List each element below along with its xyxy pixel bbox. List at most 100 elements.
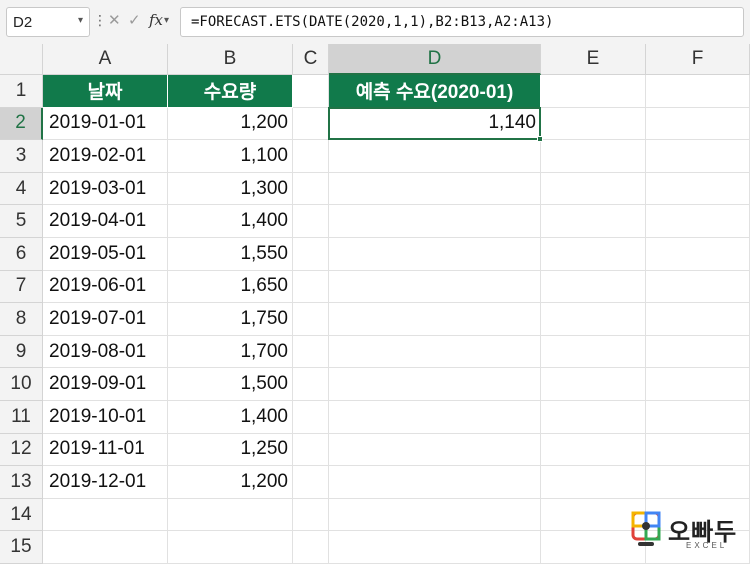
cell-e13[interactable] [541,466,646,499]
cell-a5[interactable]: 2019-04-01 [43,205,168,238]
cell-e7[interactable] [541,270,646,304]
cell-c13[interactable] [293,466,329,499]
cell-d6[interactable] [329,238,541,271]
cell-b7[interactable]: 1,650 [168,270,293,304]
cell-b14[interactable] [168,498,293,532]
cell-d15[interactable] [329,531,541,564]
cell-b1[interactable]: 수요량 [168,75,293,108]
cell-a10[interactable]: 2019-09-01 [43,368,168,401]
cell-c12[interactable] [293,433,329,467]
formula-input[interactable]: =FORECAST.ETS(DATE(2020,1,1),B2:B13,A2:A… [180,7,744,37]
cell-b5[interactable]: 1,400 [168,205,293,238]
cancel-icon[interactable]: ✕ [108,11,121,29]
cell-f5[interactable] [646,205,750,238]
cell-f13[interactable] [646,466,750,499]
cell-d14[interactable] [329,498,541,532]
cell-b4[interactable]: 1,300 [168,172,293,206]
cell-b12[interactable]: 1,250 [168,433,293,467]
column-header-a[interactable]: A [43,44,168,75]
cell-f8[interactable] [646,303,750,336]
row-header-10[interactable]: 10 [0,368,43,401]
cell-f1[interactable] [646,75,750,108]
cell-f6[interactable] [646,238,750,271]
cell-a13[interactable]: 2019-12-01 [43,466,168,499]
row-header-13[interactable]: 13 [0,466,43,499]
cell-d1[interactable]: 예측 수요(2020-01) [329,75,541,108]
cell-b3[interactable]: 1,100 [168,140,293,173]
cell-d4[interactable] [329,172,541,206]
cell-e11[interactable] [541,401,646,434]
cell-a2[interactable]: 2019-01-01 [43,107,168,141]
cell-e4[interactable] [541,172,646,206]
cell-c4[interactable] [293,172,329,206]
cell-c11[interactable] [293,401,329,434]
row-header-15[interactable]: 15 [0,531,43,564]
cell-a3[interactable]: 2019-02-01 [43,140,168,173]
cell-c1[interactable] [293,75,329,108]
cell-c8[interactable] [293,303,329,336]
worksheet-grid[interactable]: A B C D E F 1 2 3 4 5 6 7 8 9 10 11 12 13 14 15 날짜 수요량 예측 수요(20… [0,44,750,567]
cell-d9[interactable] [329,335,541,369]
cell-e2[interactable] [541,107,646,141]
cell-a9[interactable]: 2019-08-01 [43,335,168,369]
cell-a4[interactable]: 2019-03-01 [43,172,168,206]
cell-c10[interactable] [293,368,329,401]
select-all-corner[interactable] [0,44,43,75]
cell-e3[interactable] [541,140,646,173]
cell-f12[interactable] [646,433,750,467]
cell-f10[interactable] [646,368,750,401]
chevron-down-icon[interactable]: ▾ [164,15,169,26]
row-header-2[interactable]: 2 [0,107,43,141]
cell-e1[interactable] [541,75,646,108]
cell-a7[interactable]: 2019-06-01 [43,270,168,304]
cell-d13[interactable] [329,466,541,499]
cell-b10[interactable]: 1,500 [168,368,293,401]
cell-d8[interactable] [329,303,541,336]
cell-f11[interactable] [646,401,750,434]
confirm-icon[interactable]: ✓ [128,11,141,29]
cell-d12[interactable] [329,433,541,467]
cell-f7[interactable] [646,270,750,304]
cell-c15[interactable] [293,531,329,564]
cell-f4[interactable] [646,172,750,206]
cell-a12[interactable]: 2019-11-01 [43,433,168,467]
cell-d5[interactable] [329,205,541,238]
row-header-7[interactable]: 7 [0,270,43,304]
cell-b9[interactable]: 1,700 [168,335,293,369]
row-header-1[interactable]: 1 [0,75,43,108]
cell-d11[interactable] [329,401,541,434]
cell-b11[interactable]: 1,400 [168,401,293,434]
row-header-9[interactable]: 9 [0,335,43,369]
cell-a15[interactable] [43,531,168,564]
column-header-f[interactable]: F [646,44,750,75]
cell-c9[interactable] [293,335,329,369]
cell-b13[interactable]: 1,200 [168,466,293,499]
cell-d3[interactable] [329,140,541,173]
column-header-d[interactable]: D [329,44,541,75]
cell-c3[interactable] [293,140,329,173]
row-header-4[interactable]: 4 [0,172,43,206]
column-header-c[interactable]: C [293,44,329,75]
cell-c5[interactable] [293,205,329,238]
cell-b8[interactable]: 1,750 [168,303,293,336]
cell-a8[interactable]: 2019-07-01 [43,303,168,336]
cell-e6[interactable] [541,238,646,271]
cell-c6[interactable] [293,238,329,271]
column-header-e[interactable]: E [541,44,646,75]
row-header-11[interactable]: 11 [0,401,43,434]
cell-c7[interactable] [293,270,329,304]
cell-c14[interactable] [293,498,329,532]
cell-e10[interactable] [541,368,646,401]
cell-b6[interactable]: 1,550 [168,238,293,271]
cell-e8[interactable] [541,303,646,336]
cell-a14[interactable] [43,498,168,532]
cell-f3[interactable] [646,140,750,173]
cell-c2[interactable] [293,107,329,141]
name-box[interactable]: D2 ▾ [6,7,90,37]
cell-e9[interactable] [541,335,646,369]
cell-a11[interactable]: 2019-10-01 [43,401,168,434]
row-header-3[interactable]: 3 [0,140,43,173]
column-header-b[interactable]: B [168,44,293,75]
cell-d10[interactable] [329,368,541,401]
cell-a1[interactable]: 날짜 [43,75,168,108]
